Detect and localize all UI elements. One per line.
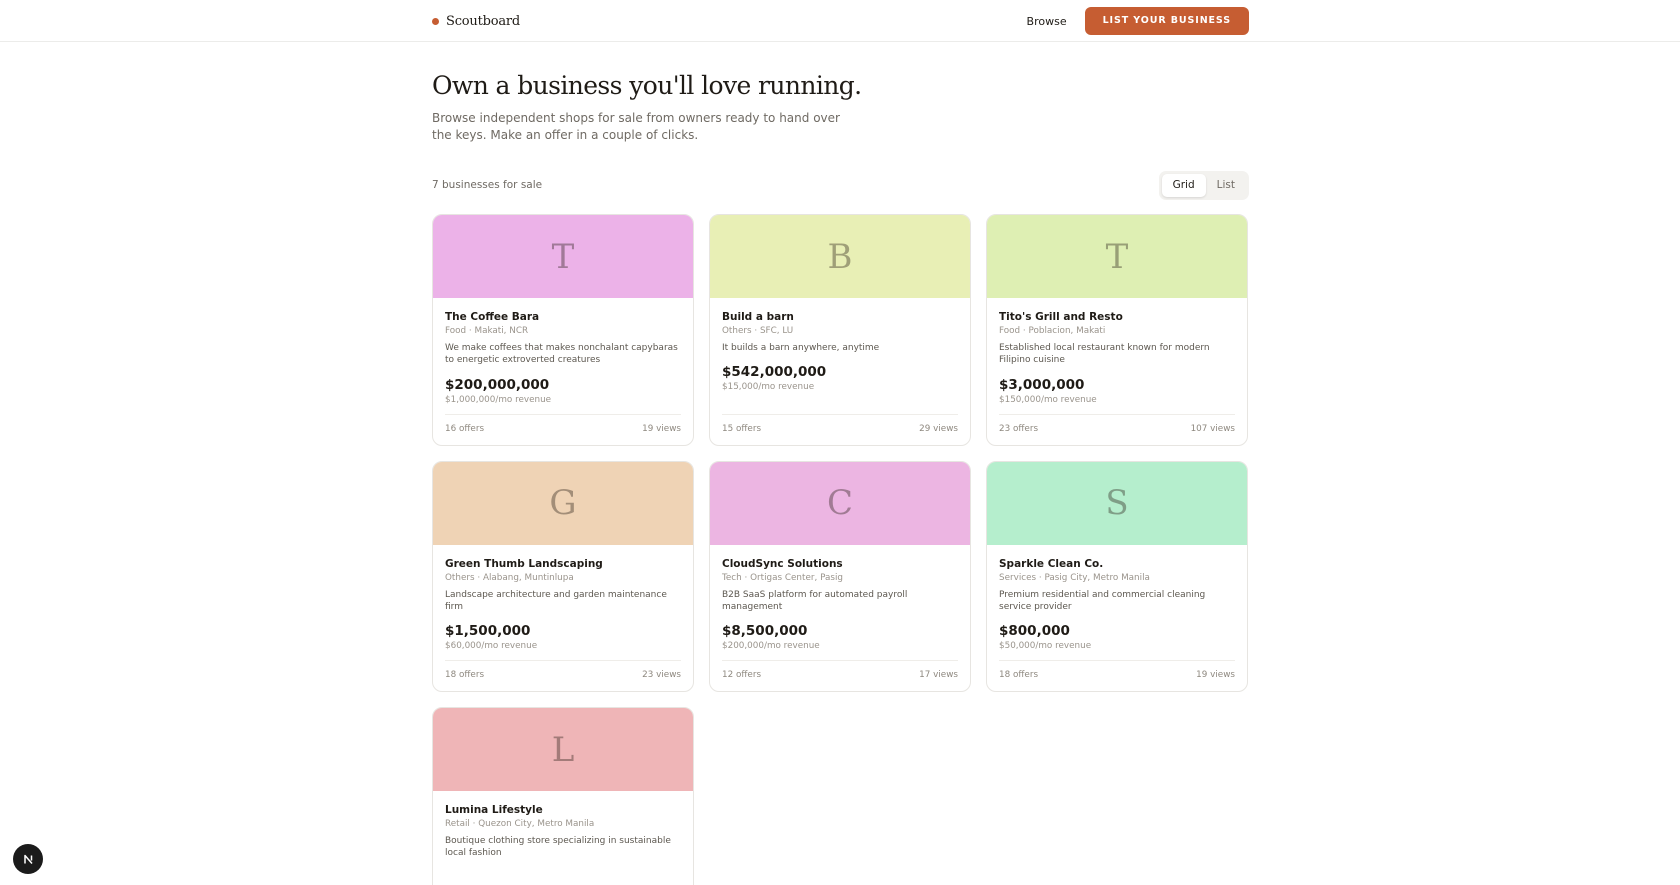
offers-count: 15 offers bbox=[722, 423, 762, 434]
business-card[interactable]: C CloudSync Solutions Tech · Ortigas Cente… bbox=[709, 460, 971, 693]
business-grid: T The Coffee Bara Food · Makati, NCR We mak… bbox=[432, 214, 1249, 885]
business-description: We make coffees that makes nonchalant ca… bbox=[445, 343, 678, 366]
card-banner: C bbox=[710, 461, 970, 545]
card-banner: T bbox=[433, 215, 693, 298]
views-count: 23 views bbox=[642, 670, 681, 681]
offers-count: 12 offers bbox=[722, 670, 762, 681]
card-initial: L bbox=[551, 729, 575, 770]
business-count: 7 businesses for sale bbox=[432, 179, 543, 191]
business-description: Established local restaurant known for m… bbox=[999, 343, 1210, 366]
views-count: 107 views bbox=[1190, 423, 1235, 434]
business-description: Boutique clothing store specializing in … bbox=[445, 836, 671, 859]
business-name[interactable]: Tito's Grill and Resto bbox=[999, 310, 1235, 324]
card-footer: 23 offers 107 views bbox=[999, 413, 1235, 445]
grid-view-button[interactable]: Grid bbox=[1161, 173, 1206, 197]
page-subtitle: Browse independent shops for sale from o… bbox=[432, 111, 840, 142]
brand-name: Scoutboard bbox=[446, 13, 521, 29]
card-initial: B bbox=[827, 236, 853, 277]
business-card[interactable]: S Sparkle Clean Co. Services · Pasig City,… bbox=[986, 460, 1248, 693]
business-revenue: $15,000/mo revenue bbox=[722, 382, 815, 393]
card-banner: T bbox=[987, 215, 1247, 298]
card-initial: T bbox=[1105, 236, 1129, 277]
business-meta: Others · Alabang, Muntinlupa bbox=[445, 572, 574, 583]
business-meta: Others · SFC, LU bbox=[722, 326, 794, 336]
business-price: $800,000 bbox=[999, 623, 1070, 640]
business-revenue: $1,000,000/mo revenue bbox=[445, 394, 552, 405]
card-footer: 18 offers 19 views bbox=[999, 660, 1235, 691]
card-body: CloudSync Solutions Tech · Ortigas Center… bbox=[710, 545, 970, 692]
list-view-button[interactable]: List bbox=[1206, 174, 1246, 197]
card-footer: 12 offers 17 views bbox=[722, 660, 958, 691]
card-banner: G bbox=[433, 461, 693, 545]
business-revenue: $60,000/mo revenue bbox=[445, 641, 538, 652]
card-banner: L bbox=[433, 708, 693, 792]
card-body: Green Thumb Landscaping Others · Alabang,… bbox=[433, 545, 693, 692]
business-meta: Retail · Quezon City, Metro Manila bbox=[445, 819, 595, 830]
business-card[interactable]: G Green Thumb Landscaping Others · Alabang… bbox=[432, 460, 694, 693]
business-meta: Food · Poblacion, Makati bbox=[999, 326, 1106, 336]
offers-count: 16 offers bbox=[445, 423, 485, 434]
brand-logo[interactable]: Scoutboard bbox=[432, 14, 520, 29]
card-initial: T bbox=[551, 236, 575, 277]
views-count: 17 views bbox=[919, 670, 958, 681]
business-description: It builds a barn anywhere, anytime bbox=[722, 343, 880, 353]
card-body: Build a barn Others · SFC, LU It builds a … bbox=[710, 298, 970, 445]
business-price: $542,000,000 bbox=[722, 364, 827, 381]
listing-toolbar: 7 businesses for sale Grid List bbox=[432, 170, 1249, 200]
card-initial: G bbox=[549, 483, 577, 524]
view-toggle: Grid List bbox=[1158, 170, 1249, 200]
business-name[interactable]: Build a barn bbox=[722, 310, 958, 324]
business-name[interactable]: The Coffee Bara bbox=[445, 310, 681, 324]
views-count: 29 views bbox=[919, 423, 958, 434]
business-meta: Tech · Ortigas Center, Pasig bbox=[722, 572, 843, 583]
business-price: $1,500,000 bbox=[445, 623, 531, 640]
business-price: $200,000,000 bbox=[445, 376, 550, 393]
business-meta: Food · Makati, NCR bbox=[445, 326, 529, 336]
business-card[interactable]: B Build a barn Others · SFC, LU It builds a… bbox=[709, 214, 971, 446]
offers-count: 18 offers bbox=[445, 670, 485, 681]
business-description: Premium residential and commercial clean… bbox=[999, 589, 1206, 612]
brand-dot-icon bbox=[432, 17, 439, 25]
card-footer: 18 offers 23 views bbox=[445, 660, 681, 691]
business-card[interactable]: T The Coffee Bara Food · Makati, NCR We mak… bbox=[432, 214, 694, 446]
business-revenue: $50,000/mo revenue bbox=[999, 641, 1092, 652]
card-banner: B bbox=[710, 215, 970, 298]
business-price: $3,000,000 bbox=[999, 376, 1085, 393]
card-initial: C bbox=[826, 483, 853, 524]
business-revenue: $150,000/mo revenue bbox=[999, 394, 1097, 405]
list-your-business-button[interactable]: LIST YOUR BUSINESS bbox=[1084, 7, 1249, 35]
main-content: Own a business you'll love running. Brow… bbox=[432, 42, 1249, 885]
card-banner: S bbox=[987, 461, 1247, 545]
business-name[interactable]: Sparkle Clean Co. bbox=[999, 557, 1235, 571]
business-name[interactable]: Lumina Lifestyle bbox=[445, 803, 681, 817]
business-description: Landscape architecture and garden mainte… bbox=[445, 589, 667, 612]
offers-count: 23 offers bbox=[999, 423, 1039, 434]
business-card[interactable]: L Lumina Lifestyle Retail · Quezon City, M… bbox=[432, 707, 694, 885]
card-body: Sparkle Clean Co. Services · Pasig City, … bbox=[987, 545, 1247, 692]
business-name[interactable]: Green Thumb Landscaping bbox=[445, 557, 681, 571]
card-footer: 16 offers 19 views bbox=[445, 413, 681, 445]
nextjs-icon bbox=[23, 854, 33, 864]
business-card[interactable]: T Tito's Grill and Resto Food · Poblacion,… bbox=[986, 214, 1248, 446]
views-count: 19 views bbox=[1196, 670, 1235, 681]
card-body: Tito's Grill and Resto Food · Poblacion, … bbox=[987, 298, 1247, 445]
card-body: The Coffee Bara Food · Makati, NCR We make… bbox=[433, 298, 693, 445]
card-body: Lumina Lifestyle Retail · Quezon City, Me… bbox=[433, 791, 693, 885]
business-revenue: $200,000/mo revenue bbox=[722, 641, 820, 652]
business-name[interactable]: CloudSync Solutions bbox=[722, 557, 958, 571]
views-count: 19 views bbox=[642, 423, 681, 434]
offers-count: 18 offers bbox=[999, 670, 1039, 681]
nextjs-dev-badge[interactable] bbox=[13, 844, 43, 874]
top-navbar: Scoutboard Browse LIST YOUR BUSINESS bbox=[0, 0, 1680, 42]
business-price: $8,500,000 bbox=[722, 623, 808, 640]
navbar-inner: Scoutboard Browse LIST YOUR BUSINESS bbox=[432, 0, 1249, 42]
browse-link[interactable]: Browse bbox=[1027, 15, 1067, 28]
card-initial: S bbox=[1105, 483, 1129, 524]
nav-actions: Browse LIST YOUR BUSINESS bbox=[1027, 7, 1249, 35]
business-description: B2B SaaS platform for automated payroll … bbox=[722, 589, 908, 612]
card-footer: 15 offers 29 views bbox=[722, 413, 958, 445]
page-title: Own a business you'll love running. bbox=[432, 71, 862, 100]
business-meta: Services · Pasig City, Metro Manila bbox=[999, 572, 1150, 583]
